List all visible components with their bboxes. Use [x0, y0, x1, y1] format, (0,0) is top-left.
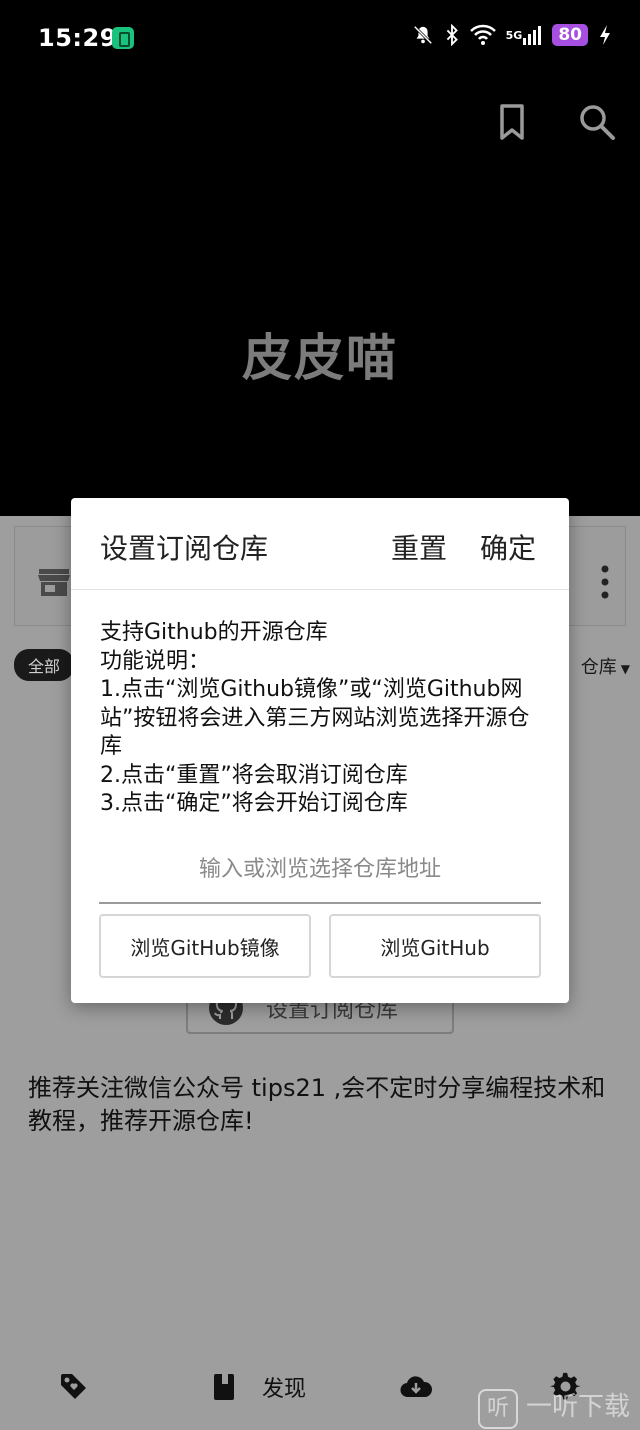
dialog-header: 设置订阅仓库 重置 确定	[71, 498, 569, 590]
app-title: 皮皮喵	[242, 329, 398, 387]
charging-icon	[598, 24, 612, 46]
book-icon	[214, 1374, 234, 1400]
browse-github-mirror-button[interactable]: 浏览GitHub镜像	[99, 914, 311, 978]
cloud-download-icon	[400, 1376, 432, 1398]
description-line: 功能说明：	[100, 648, 211, 674]
description-line: 2.点击“重置”将会取消订阅仓库	[100, 762, 408, 788]
watermark: 听一听下载	[478, 1386, 638, 1429]
battery-saver-icon	[112, 27, 134, 49]
network-type: 5G	[505, 28, 523, 42]
dialog-title: 设置订阅仓库	[100, 532, 269, 565]
confirm-button[interactable]: 确定	[480, 527, 536, 567]
description-line: 3.点击“确定”将会开始订阅仓库	[100, 791, 408, 816]
wifi-icon	[469, 24, 496, 46]
recommendation-text: 推荐关注微信公众号 tips21 ,会不定时分享编程技术和教程，推荐开源仓库!	[28, 1074, 606, 1135]
repo-url-input[interactable]	[99, 836, 541, 904]
reset-button[interactable]: 重置	[391, 527, 447, 567]
subscription-dialog: 设置订阅仓库 重置 确定 支持Github的开源仓库 功能说明： 1.点击“浏览…	[71, 498, 569, 1003]
search-icon[interactable]	[575, 100, 619, 144]
filter-chip-all[interactable]: 全部	[14, 649, 75, 681]
nav-discover[interactable]: 发现	[208, 1370, 306, 1404]
status-bar: 15:29 5G 80	[0, 0, 640, 76]
cell-signal-icon: 5G	[506, 24, 543, 46]
tags-icon	[61, 1374, 86, 1399]
app-header: 15:29 5G 80 皮皮喵	[0, 0, 640, 516]
nav-downloads[interactable]	[400, 1370, 432, 1404]
chevron-down-icon: ▼	[620, 662, 630, 676]
store-icon[interactable]	[37, 567, 71, 597]
more-options-icon[interactable]	[601, 565, 609, 599]
dialog-description: 支持Github的开源仓库 功能说明： 1.点击“浏览Github镜像”或“浏览…	[100, 619, 550, 819]
description-line: 1.点击“浏览Github镜像”或“浏览Github网站”按钮将会进入第三方网站…	[100, 677, 530, 759]
description-line: 支持Github的开源仓库	[100, 620, 328, 645]
watermark-text: 一听下载	[526, 1392, 631, 1422]
status-time: 15:29	[38, 24, 117, 52]
browse-github-button[interactable]: 浏览GitHub	[329, 914, 541, 978]
watermark-badge: 听	[478, 1389, 518, 1429]
nav-tags[interactable]	[58, 1370, 90, 1404]
repo-dropdown[interactable]: 仓库 ▼	[581, 653, 630, 679]
bookmark-icon[interactable]	[490, 100, 534, 144]
status-icons: 5G 80	[412, 24, 612, 46]
repo-dropdown-label: 仓库	[580, 657, 617, 678]
bluetooth-icon	[444, 24, 460, 46]
nav-discover-label: 发现	[262, 1377, 307, 1402]
battery-level: 80	[552, 24, 588, 46]
mute-icon	[412, 24, 434, 46]
